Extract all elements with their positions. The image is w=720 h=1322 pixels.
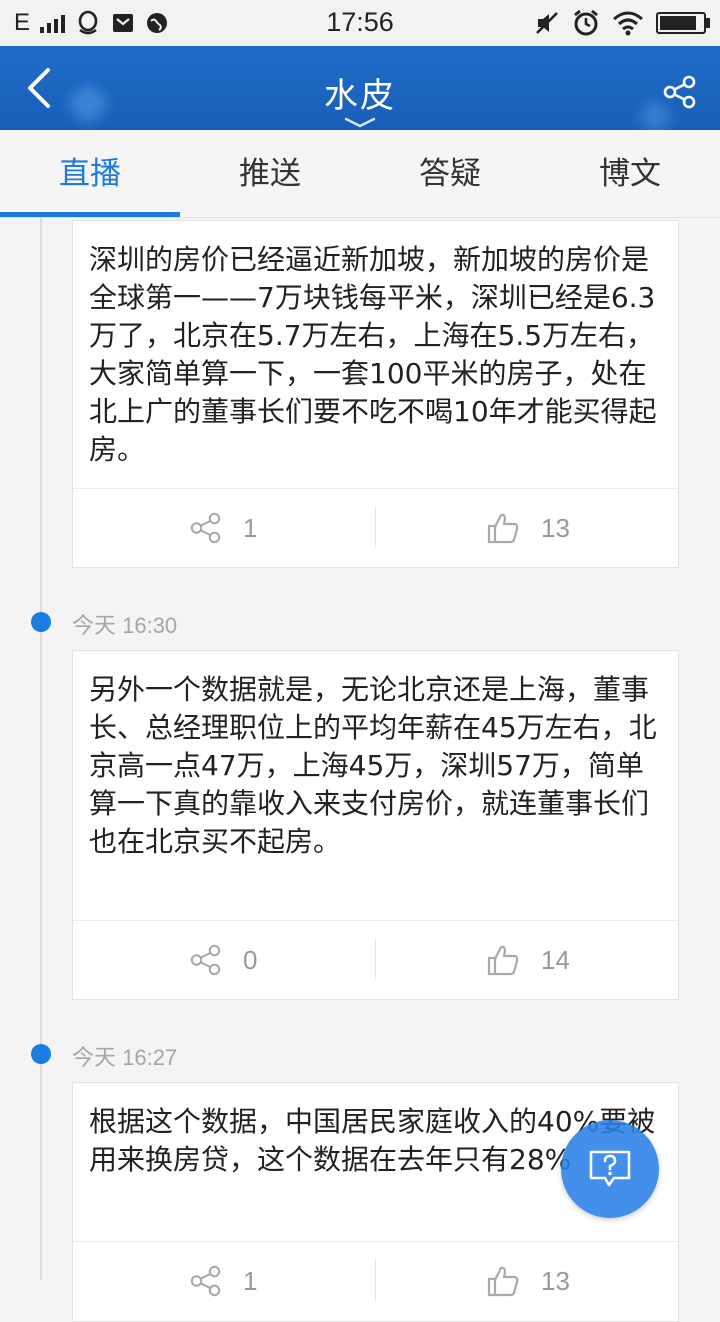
- like-count: 14: [541, 944, 570, 975]
- feed-card: 深圳的房价已经逼近新加坡，新加坡的房价是全球第一——7万块钱每平米，深圳已经是6…: [72, 220, 679, 568]
- share-button[interactable]: 1: [189, 1242, 257, 1320]
- share-button[interactable]: 0: [189, 921, 257, 999]
- help-button[interactable]: [561, 1120, 659, 1218]
- like-count: 13: [541, 512, 570, 543]
- tab-push[interactable]: 推送: [180, 130, 360, 217]
- battery-icon: [656, 12, 710, 34]
- card-actions: 1 13: [73, 1241, 678, 1320]
- like-button[interactable]: 14: [487, 921, 570, 999]
- share-icon: [190, 944, 221, 976]
- tab-live[interactable]: 直播: [0, 130, 180, 217]
- share-count: 0: [243, 944, 258, 975]
- active-tab-indicator: [0, 212, 180, 217]
- like-button[interactable]: 13: [487, 489, 570, 567]
- tab-blog[interactable]: 博文: [540, 130, 720, 217]
- post-time: 今天 16:27: [72, 1045, 178, 1070]
- page-title[interactable]: 水皮: [0, 68, 720, 117]
- thumbs-up-icon: [487, 945, 519, 976]
- share-count: 1: [243, 512, 258, 543]
- timeline-dot: [31, 1044, 51, 1064]
- card-actions: 0 14: [73, 920, 678, 999]
- status-bar: E 17:56: [0, 0, 720, 46]
- like-button[interactable]: 13: [487, 1242, 570, 1320]
- thumbs-up-icon: [487, 1266, 519, 1297]
- alarm-icon: [574, 9, 598, 36]
- tab-qa[interactable]: 答疑: [360, 130, 540, 217]
- post-time: 今天 16:30: [72, 613, 178, 638]
- share-count: 1: [243, 1265, 258, 1296]
- share-icon: [190, 1265, 221, 1297]
- share-icon: [190, 512, 221, 544]
- like-count: 13: [541, 1265, 570, 1296]
- share-icon[interactable]: [662, 74, 698, 110]
- share-button[interactable]: 1: [189, 489, 257, 567]
- card-actions: 1 13: [73, 488, 678, 567]
- top-nav-bar: 水皮: [0, 46, 720, 130]
- feed-text: 深圳的房价已经逼近新加坡，新加坡的房价是全球第一——7万块钱每平米，深圳已经是6…: [89, 243, 657, 466]
- status-right: [534, 8, 710, 38]
- mute-icon: [536, 12, 558, 34]
- timeline-dot: [31, 612, 51, 632]
- feed-text: 另外一个数据就是，无论北京还是上海，董事长、总经理职位上的平均年薪在45万左右，…: [89, 673, 657, 858]
- timeline-line: [40, 217, 42, 1280]
- wifi-icon: [613, 11, 643, 36]
- question-icon: [589, 1150, 631, 1187]
- tab-bar: 直播 推送 答疑 博文: [0, 130, 720, 218]
- feed-card: 另外一个数据就是，无论北京还是上海，董事长、总经理职位上的平均年薪在45万左右，…: [72, 650, 679, 1000]
- chevron-down-icon[interactable]: [343, 116, 377, 128]
- thumbs-up-icon: [487, 513, 519, 544]
